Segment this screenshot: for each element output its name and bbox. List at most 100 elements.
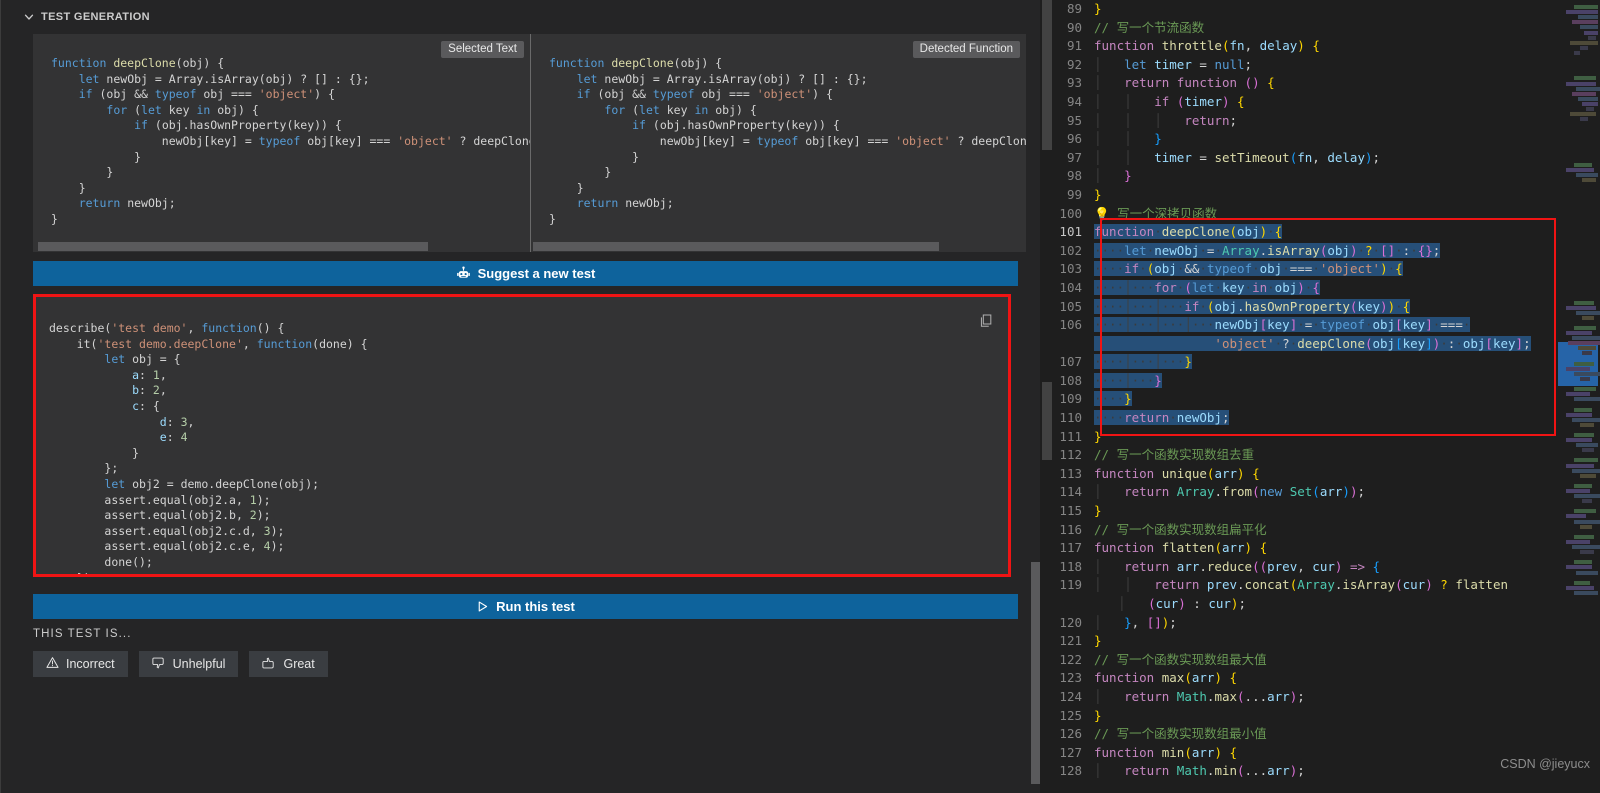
editor-line[interactable]: 94 │ │ if (timer) { — [1054, 93, 1566, 112]
editor-line[interactable]: 113 function unique(arr) { — [1054, 465, 1566, 484]
line-code: ····return·newObj; — [1094, 410, 1230, 426]
editor-line[interactable]: 127 function min(arr) { — [1054, 744, 1566, 763]
detected-function-pane[interactable]: Detected Function function deepClone(obj… — [530, 34, 1026, 252]
feedback-great-button[interactable]: Great — [249, 651, 328, 677]
line-number: 107 — [1059, 354, 1082, 370]
editor-line[interactable]: 93 │ return function () { — [1054, 74, 1566, 93]
line-number: 120 — [1059, 614, 1082, 630]
editor-vscroll-thumb[interactable] — [1042, 0, 1052, 150]
editor-line[interactable]: 115 } — [1054, 502, 1566, 521]
run-this-test-label: Run this test — [496, 599, 575, 614]
line-code: // 写一个函数实现数组最小值 — [1094, 726, 1267, 742]
editor-line[interactable]: 106 ····│···│···│···newObj[key]·=·typeof… — [1054, 316, 1566, 353]
selected-text-hscroll-thumb[interactable] — [38, 242, 428, 251]
editor-line[interactable]: 89 } — [1054, 0, 1566, 19]
line-code: ····if·(obj·&&·typeof·obj·===·'object')·… — [1094, 261, 1403, 277]
line-code: function max(arr) { — [1094, 670, 1238, 686]
line-number: 103 — [1059, 261, 1082, 277]
line-number: 124 — [1059, 688, 1082, 704]
line-code[interactable]: 💡 写一个深拷贝函数 — [1094, 205, 1566, 224]
line-number: 122 — [1059, 651, 1082, 667]
detected-function-hscrollbar[interactable] — [531, 241, 1026, 252]
editor-line[interactable]: 121 } — [1054, 632, 1566, 651]
feedback-great-label: Great — [283, 657, 315, 671]
detected-function-code: function deepClone(obj) { let newObj = A… — [549, 56, 1026, 226]
editor-line[interactable]: 109 ····} — [1054, 390, 1566, 409]
line-number: 92 — [1066, 56, 1082, 72]
editor-line[interactable]: 114 │ return Array.from(new Set(arr)); — [1054, 483, 1566, 502]
editor-line[interactable]: 96 │ │ } — [1054, 130, 1566, 149]
editor-line[interactable]: 98 │ } — [1054, 167, 1566, 186]
chevron-down-icon[interactable] — [23, 11, 35, 23]
line-number: 105 — [1059, 298, 1082, 314]
editor-line[interactable]: 123 function max(arr) { — [1054, 669, 1566, 688]
thumbs-down-icon — [152, 656, 166, 673]
line-number: 104 — [1059, 279, 1082, 295]
copy-icon[interactable] — [979, 313, 994, 334]
editor-vscroll-thumb-secondary[interactable] — [1042, 382, 1052, 460]
editor-line[interactable]: 91 function throttle(fn, delay) { — [1054, 37, 1566, 56]
feedback-unhelpful-button[interactable]: Unhelpful — [138, 651, 239, 677]
editor-line[interactable]: 104 ····│···for·(let·key·in·obj)·{ — [1054, 279, 1566, 298]
editor-line[interactable]: 99 } — [1054, 186, 1566, 205]
editor-line[interactable]: 112 // 写一个函数实现数组去重 — [1054, 446, 1566, 465]
line-number: 128 — [1059, 763, 1082, 779]
editor-line-codelens[interactable]: 100 💡 写一个深拷贝函数 — [1054, 205, 1566, 224]
editor-line[interactable]: 102 ····let·newObj·=·Array.isArray(obj)·… — [1054, 242, 1566, 261]
line-number: 117 — [1059, 540, 1082, 556]
selected-text-hscrollbar[interactable] — [33, 241, 530, 252]
selected-text-code: function deepClone(obj) { let newObj = A… — [51, 56, 530, 226]
editor-line[interactable]: 116 // 写一个函数实现数组扁平化 — [1054, 521, 1566, 540]
line-code: function·deepClone(obj)·{ — [1094, 224, 1283, 240]
editor-lines[interactable]: 89 } 90 // 写一个节流函数 91 function throttle(… — [1054, 0, 1566, 793]
editor-line[interactable]: 107 ····│···│···} — [1054, 353, 1566, 372]
line-number: 90 — [1066, 19, 1082, 35]
editor-line[interactable]: 117 function flatten(arr) { — [1054, 539, 1566, 558]
line-code: │ return function () { — [1094, 75, 1275, 91]
editor-line[interactable]: 92 │ let timer = null; — [1054, 56, 1566, 75]
editor-line[interactable]: 97 │ │ timer = setTimeout(fn, delay); — [1054, 149, 1566, 168]
line-number: 95 — [1066, 112, 1082, 128]
detected-function-hscroll-thumb[interactable] — [533, 242, 939, 251]
editor-line[interactable]: 95 │ │ │ return; — [1054, 112, 1566, 131]
editor-line[interactable]: 110 ····return·newObj; — [1054, 409, 1566, 428]
editor-vscrollbar[interactable] — [1040, 0, 1054, 793]
editor-line[interactable]: 90 // 写一个节流函数 — [1054, 19, 1566, 38]
suggest-new-test-button[interactable]: Suggest a new test — [33, 261, 1018, 286]
thumbs-up-icon — [262, 656, 276, 673]
line-code: function throttle(fn, delay) { — [1094, 38, 1320, 54]
app-root: TEST GENERATION Selected Text function d… — [0, 0, 1600, 793]
generated-test-code-area[interactable]: describe('test demo', function() { it('t… — [36, 297, 1008, 574]
feedback-incorrect-button[interactable]: Incorrect — [33, 651, 128, 677]
test-generation-section-header[interactable]: TEST GENERATION — [19, 6, 1041, 28]
editor-minimap[interactable] — [1554, 0, 1600, 793]
editor-line[interactable]: 101 function·deepClone(obj)·{ — [1054, 223, 1566, 242]
editor-line[interactable]: 119 │ │ return prev.concat(Array.isArray… — [1054, 576, 1566, 613]
editor-line[interactable]: 105 ····│···│···if·(obj.hasOwnProperty(k… — [1054, 298, 1566, 317]
line-code: // 写一个函数实现数组去重 — [1094, 447, 1255, 463]
editor-line[interactable]: 103 ····if·(obj·&&·typeof·obj·===·'objec… — [1054, 260, 1566, 279]
editor-line[interactable]: 125 } — [1054, 707, 1566, 726]
editor-line[interactable]: 122 // 写一个函数实现数组最大值 — [1054, 651, 1566, 670]
editor-line[interactable]: 120 │ }, []); — [1054, 614, 1566, 633]
editor-line[interactable]: 111 } — [1054, 428, 1566, 447]
line-number: 97 — [1066, 149, 1082, 165]
line-code: │ return Math.min(...arr); — [1094, 763, 1305, 779]
line-code: │ │ return prev.concat(Array.isArray(cur… — [1094, 577, 1509, 611]
selected-text-pane[interactable]: Selected Text function deepClone(obj) { … — [33, 34, 530, 252]
watermark: CSDN @jieyucx — [1500, 757, 1590, 771]
line-number: 118 — [1059, 558, 1082, 574]
line-code: ····│···│···if·(obj.hasOwnProperty(key))… — [1094, 298, 1411, 314]
editor-line[interactable]: 126 // 写一个函数实现数组最小值 — [1054, 725, 1566, 744]
line-number: 91 — [1066, 38, 1082, 54]
line-code: │ return Array.from(new Set(arr)); — [1094, 484, 1365, 500]
run-this-test-button[interactable]: Run this test — [33, 594, 1018, 619]
editor-line[interactable]: 124 │ return Math.max(...arr); — [1054, 688, 1566, 707]
editor-line[interactable]: 118 │ return arr.reduce((prev, cur) => { — [1054, 558, 1566, 577]
code-editor[interactable]: 89 } 90 // 写一个节流函数 91 function throttle(… — [1040, 0, 1600, 793]
editor-line[interactable]: 128 │ return Math.min(...arr); — [1054, 762, 1566, 781]
editor-line[interactable]: 108 ····│···} — [1054, 372, 1566, 391]
line-code: │ │ │ return; — [1094, 112, 1238, 128]
line-number: 121 — [1059, 633, 1082, 649]
generated-test-vscroll-thumb[interactable] — [1031, 562, 1040, 784]
